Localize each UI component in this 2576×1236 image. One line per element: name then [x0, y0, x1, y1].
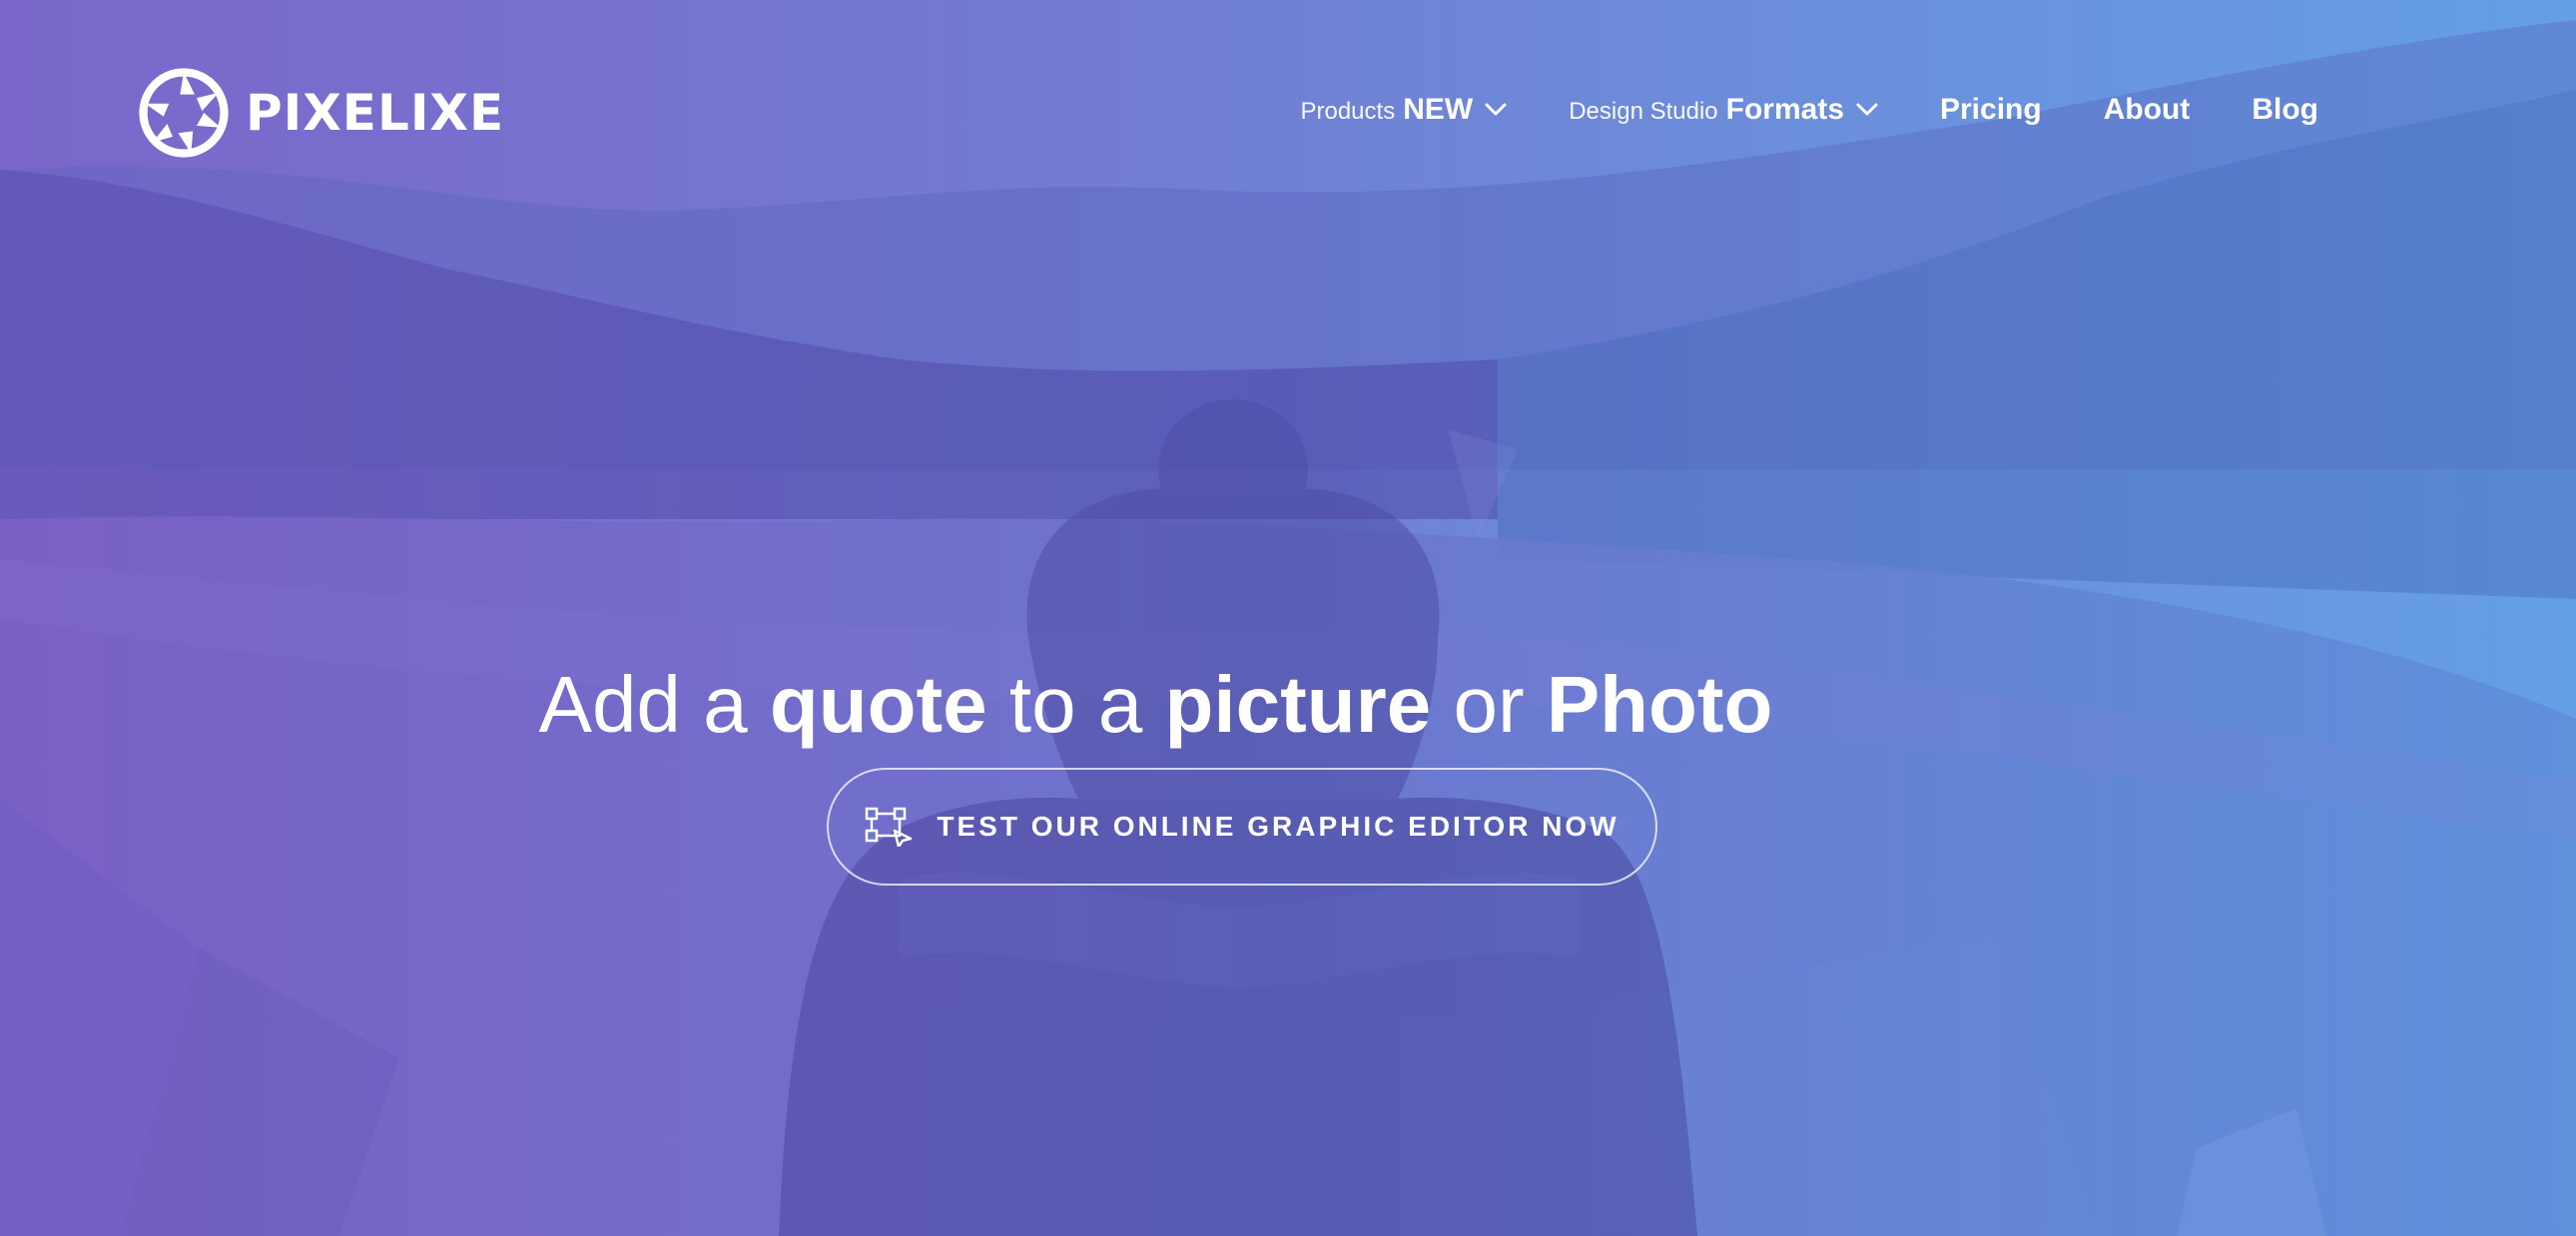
hero-headline: Add a quote to a picture or Photo	[0, 657, 2576, 753]
nav-products[interactable]: Products NEW	[1300, 93, 1507, 127]
test-editor-button[interactable]: TEST OUR ONLINE GRAPHIC EDITOR NOW	[827, 768, 1657, 886]
nav-about-label: About	[2103, 93, 2191, 126]
nav-products-label: NEW	[1403, 93, 1474, 126]
nav-about[interactable]: About	[2104, 93, 2191, 127]
nav-blog-label: Blog	[2252, 93, 2318, 126]
main-nav: Products NEW Design Studio Formats Prici…	[1300, 86, 2318, 134]
chevron-down-icon	[1485, 103, 1507, 116]
nav-blog[interactable]: Blog	[2252, 93, 2318, 127]
headline-part: or	[1431, 660, 1547, 749]
nav-pricing-label: Pricing	[1940, 93, 2042, 126]
headline-emphasis: picture	[1164, 660, 1432, 749]
headline-emphasis: Photo	[1546, 660, 1773, 749]
nav-products-prefix: Products	[1300, 98, 1396, 125]
brand-logo[interactable]: PIXELIXE	[138, 66, 504, 160]
nav-formats-prefix: Design Studio	[1569, 98, 1718, 125]
test-editor-label: TEST OUR ONLINE GRAPHIC EDITOR NOW	[937, 811, 1619, 842]
aperture-icon	[139, 68, 229, 158]
color-overlay	[0, 0, 2576, 1236]
brand-name: PIXELIXE	[246, 84, 505, 142]
headline-part: to a	[986, 660, 1165, 749]
chevron-down-icon	[1856, 103, 1878, 116]
nav-formats[interactable]: Design Studio Formats	[1569, 93, 1878, 127]
hero-section: PIXELIXE Products NEW Design Studio Form…	[0, 0, 2576, 1236]
vector-shape-icon	[866, 807, 913, 847]
nav-formats-label: Formats	[1725, 93, 1844, 126]
headline-part: Add a	[538, 660, 770, 749]
headline-text: Add a quote to a picture or Photo	[539, 657, 1773, 753]
headline-emphasis: quote	[769, 660, 987, 749]
nav-pricing[interactable]: Pricing	[1940, 93, 2042, 127]
